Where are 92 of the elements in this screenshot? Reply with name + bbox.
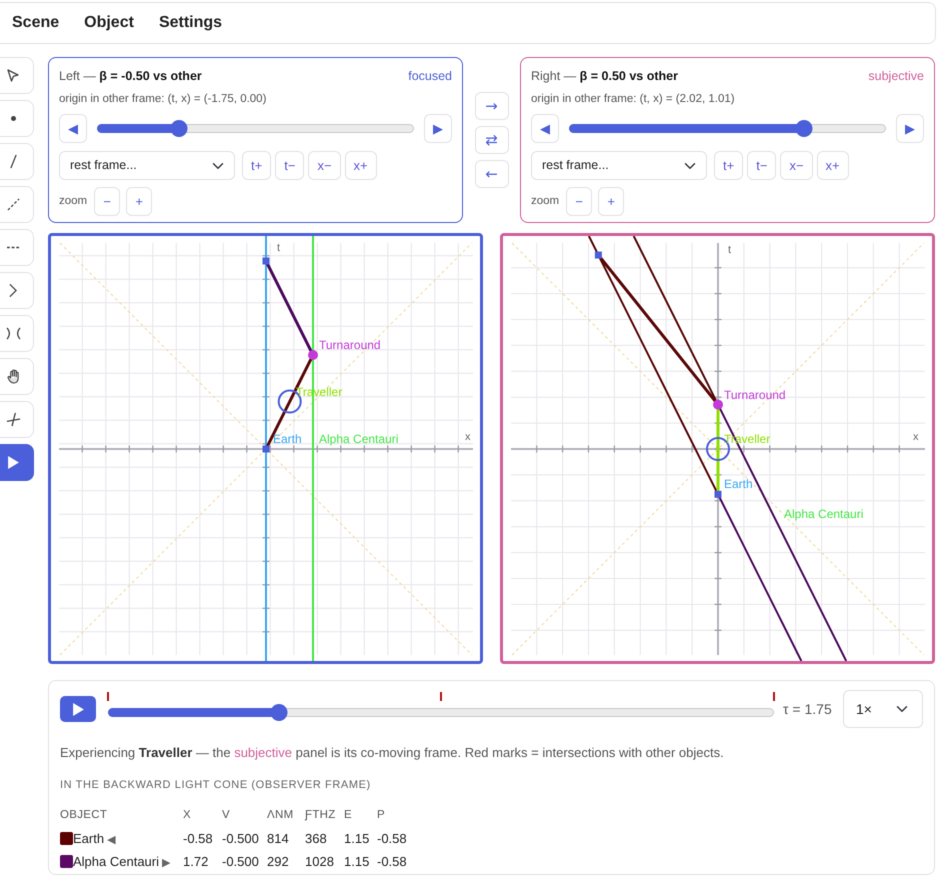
event-dot-icon[interactable]: [713, 400, 723, 410]
slider-thumb[interactable]: [270, 704, 288, 721]
column-header: OBJECT: [60, 804, 183, 827]
diagram-label: Earth: [724, 477, 753, 491]
column-header: ΛNM: [267, 804, 305, 827]
zoom-label: zoom: [531, 194, 560, 209]
table-cell-text: -0.58: [183, 830, 214, 848]
column-header: X: [183, 804, 222, 827]
frame-slider[interactable]: [569, 120, 886, 137]
origin-readout: origin in other frame: (t, x) = (-1.75, 0.00): [59, 92, 268, 107]
speed-select[interactable]: 1×: [843, 690, 923, 728]
frame-select[interactable]: rest frame...: [59, 151, 235, 180]
event-square-icon[interactable]: [594, 252, 602, 259]
frame-select[interactable]: rest frame...: [531, 151, 707, 180]
axis-label: t: [277, 242, 280, 254]
slider-thumb[interactable]: [795, 120, 812, 137]
pointer-icon: [7, 69, 19, 82]
dot-icon: [10, 116, 16, 121]
hand-icon: [6, 369, 20, 384]
play-icon: [72, 702, 84, 716]
zoom-button[interactable]: −: [94, 187, 120, 216]
menu-item[interactable]: Object: [84, 11, 134, 35]
event-dot-icon[interactable]: [308, 350, 318, 360]
transfer-button[interactable]: →: [474, 92, 508, 120]
time-readout: τ = 1.75: [783, 700, 833, 718]
panel-title: Right — β = 0.50 vs other: [531, 68, 678, 84]
line-icon: [10, 154, 16, 169]
transfer-button[interactable]: ⇄: [474, 126, 508, 154]
column-header: V: [222, 804, 267, 827]
axis-label: x: [465, 431, 470, 443]
table-cell-text: 1028: [305, 852, 335, 871]
shift-button[interactable]: t+: [714, 151, 744, 180]
direction-arrow: ▶: [162, 856, 170, 869]
object-name: Earth: [73, 830, 104, 846]
table-cell-text: 292: [267, 852, 290, 871]
shift-button[interactable]: t−: [275, 151, 304, 180]
direction-arrow: ◀: [107, 832, 116, 846]
diagram-label: Turnaround: [319, 338, 381, 352]
shift-button[interactable]: x+: [344, 151, 377, 180]
table-heading: IN THE BACKWARD LIGHT CONE (OBSERVER FRAME): [60, 778, 372, 793]
column-header: E: [344, 808, 353, 823]
origin-readout: origin in other frame: (t, x) = (2.02, 1.01): [531, 92, 736, 107]
zoom-button[interactable]: +: [126, 187, 152, 216]
diagram-label: Turnaround: [724, 388, 786, 402]
panel-status: focused: [408, 68, 452, 84]
table-cell-text: -0.58: [377, 852, 408, 871]
table-cell-text: 1.15: [344, 852, 370, 871]
table-cell-text: 1.15: [344, 830, 370, 848]
diagram-label: Alpha Centauri: [319, 432, 398, 446]
diagram-label: Alpha Centauri: [784, 507, 864, 521]
tool-button[interactable]: [0, 444, 34, 481]
table-cell-text: 368: [305, 830, 328, 848]
column-header: P: [377, 808, 386, 823]
zoom-button[interactable]: +: [598, 187, 624, 216]
play-button[interactable]: [60, 696, 96, 722]
event-square-icon[interactable]: [714, 490, 722, 498]
arcs-icon: [6, 327, 20, 340]
table-cell-text: 1.72: [183, 852, 210, 871]
shift-button[interactable]: t+: [242, 151, 272, 180]
object-name: Alpha Centauri: [73, 854, 159, 869]
table-cell-text: 814: [267, 830, 290, 848]
menu-item[interactable]: Scene: [12, 11, 60, 35]
transfer-button[interactable]: ←: [474, 160, 508, 188]
dashed-line-icon: [6, 198, 20, 211]
cross-icon: [6, 412, 20, 427]
step-forward-button[interactable]: ▶: [896, 114, 924, 143]
shift-button[interactable]: x−: [780, 151, 813, 180]
table-cell-text: -0.58: [377, 830, 408, 848]
slider-thumb[interactable]: [170, 120, 188, 137]
axis-label: x: [913, 431, 918, 443]
step-back-button[interactable]: ◀: [531, 114, 559, 143]
column-header: ƑTHZ: [305, 808, 337, 823]
shift-button[interactable]: x−: [308, 151, 341, 180]
time-slider[interactable]: [108, 704, 774, 721]
panel-title: Left — β = -0.50 vs other: [59, 68, 202, 84]
zoom-label: zoom: [59, 194, 88, 209]
step-back-button[interactable]: ◀: [59, 114, 87, 143]
panel-status: subjective: [868, 68, 924, 84]
diagram-label: Earth: [273, 432, 302, 446]
step-forward-button[interactable]: ▶: [424, 114, 452, 143]
table-cell-text: -0.500: [222, 852, 260, 871]
caption-text: Experiencing Traveller — the subjective panel is its co-moving frame. Red marks = intersections with other objects.: [60, 744, 725, 761]
play-icon: [8, 456, 18, 469]
menu-item[interactable]: Settings: [158, 11, 222, 35]
shift-button[interactable]: t−: [747, 151, 776, 180]
axis-label: t: [728, 244, 732, 256]
chevron-icon: [9, 283, 17, 298]
table-cell-text: -0.500: [222, 830, 260, 848]
zoom-button[interactable]: −: [566, 187, 592, 216]
frame-slider[interactable]: [97, 120, 414, 137]
shift-button[interactable]: x+: [816, 151, 849, 180]
dashes-icon: [6, 246, 20, 249]
